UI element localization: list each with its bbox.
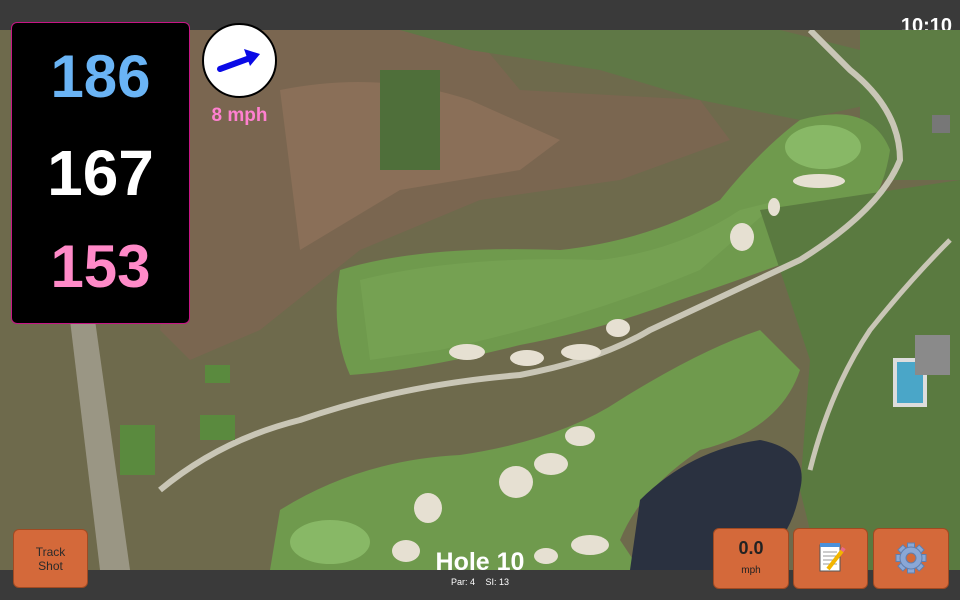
hole-par: Par: 4: [450, 577, 475, 587]
wind-speed: 8 mph: [211, 105, 268, 126]
distance-panel: 186 167 153: [11, 22, 190, 324]
front-distance: 153: [50, 233, 151, 300]
track-shot-button[interactable]: Track Shot: [13, 529, 88, 588]
middle-distance: 167: [47, 137, 154, 209]
gear-icon: [895, 542, 927, 574]
back-distance: 186: [50, 43, 151, 110]
wind-arrow-icon: [217, 49, 260, 72]
hole-stroke-index: SI: 13: [485, 577, 510, 587]
settings-button[interactable]: [873, 528, 949, 589]
notepad-icon: [819, 543, 846, 572]
speed-value: 0.0: [738, 538, 764, 558]
notes-button[interactable]: [793, 528, 868, 589]
wind-direction-indicator: [202, 23, 277, 98]
speed-button[interactable]: 0.0 mph: [713, 528, 789, 589]
track-shot-label: Track Shot: [35, 544, 66, 573]
speed-unit: mph: [741, 565, 761, 576]
hole-title: Hole 10: [435, 548, 525, 576]
hole-info: Par: 4 SI: 13: [400, 577, 560, 587]
